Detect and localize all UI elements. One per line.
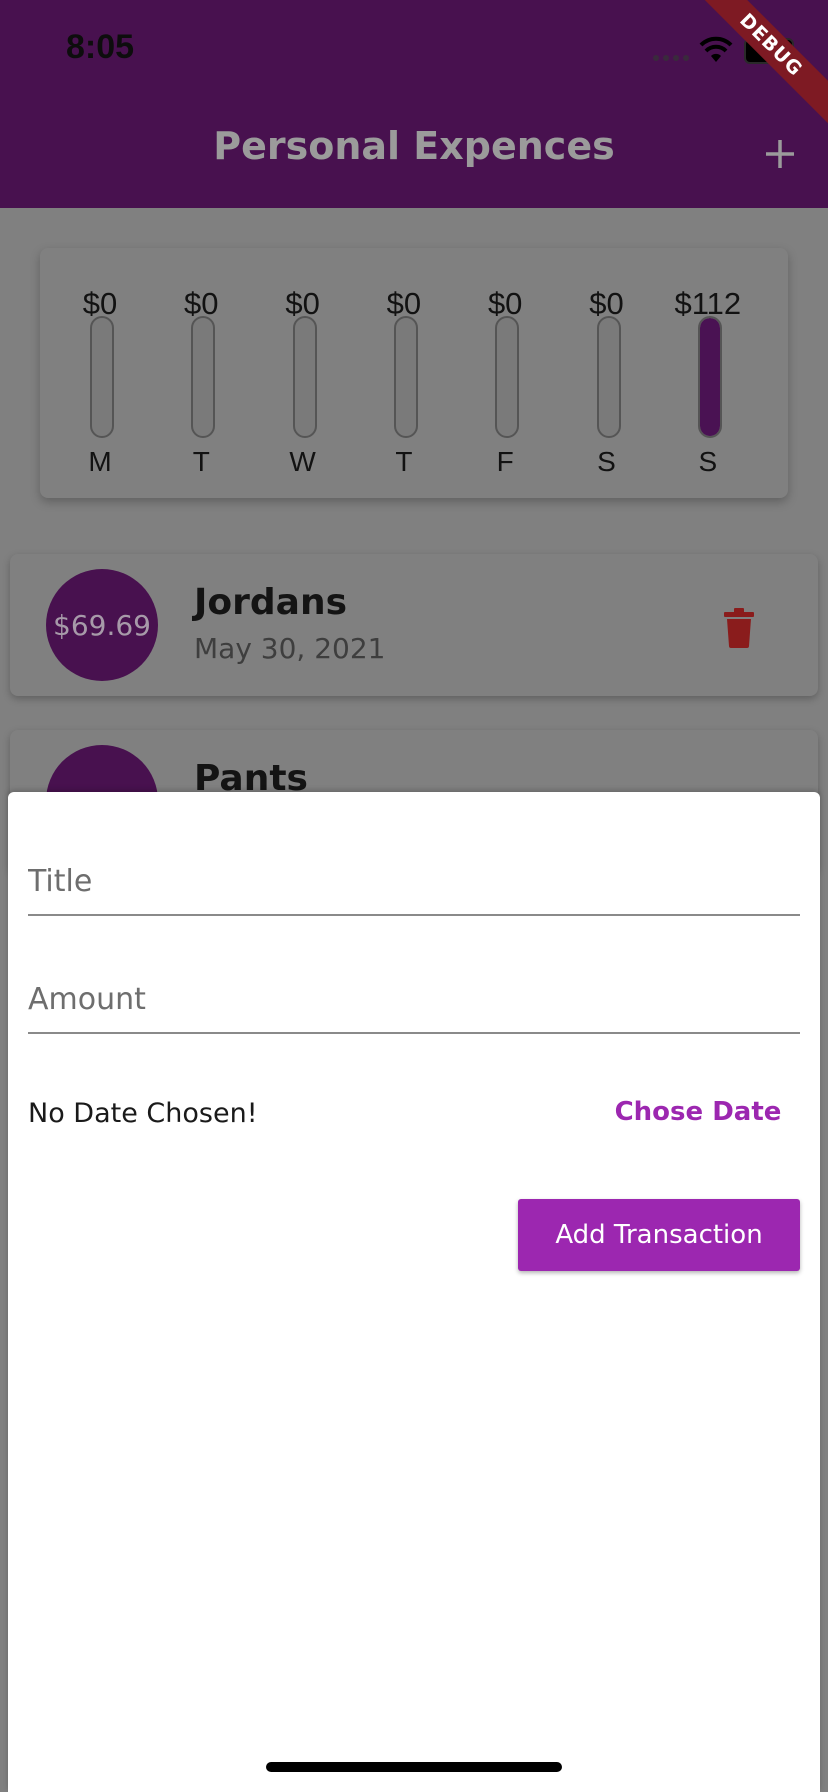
trash-icon[interactable] bbox=[722, 608, 756, 648]
bar-day-label: W bbox=[289, 446, 316, 477]
chart-bar-column: $0 S bbox=[557, 268, 657, 478]
bar-day-label: T bbox=[395, 446, 413, 477]
chart-bar-column: $0 M bbox=[50, 268, 150, 478]
bar-track bbox=[90, 316, 114, 438]
chart-bar-column: $0 T bbox=[354, 268, 454, 478]
transaction-title: Jordans bbox=[194, 582, 347, 623]
add-transaction-button[interactable]: Add Transaction bbox=[518, 1199, 800, 1271]
chart-bar-column: $0 F bbox=[455, 268, 555, 478]
bar-track bbox=[292, 316, 317, 438]
transaction-amount-avatar: $69.69 bbox=[46, 569, 158, 681]
amount-input[interactable] bbox=[28, 936, 800, 1034]
bar-day-label: T bbox=[192, 446, 210, 477]
bar-day-label: M bbox=[88, 446, 112, 477]
title-input[interactable] bbox=[28, 818, 800, 916]
bar-day-label: F bbox=[496, 446, 514, 477]
weekly-chart-card: $0 M $0 T $0 W $0 T $0 F $0 S $112 S bbox=[40, 248, 788, 498]
wifi-icon bbox=[699, 36, 733, 62]
transaction-date: May 30, 2021 bbox=[194, 632, 386, 665]
bar-day-label: S bbox=[597, 446, 616, 477]
new-transaction-sheet: No Date Chosen! Chose Date Add Transacti… bbox=[8, 792, 820, 1792]
bar-fill bbox=[699, 318, 720, 436]
plus-icon[interactable] bbox=[762, 136, 798, 172]
chart-bar-column: $0 W bbox=[253, 268, 353, 478]
home-indicator bbox=[266, 1762, 562, 1772]
choose-date-button[interactable]: Chose Date bbox=[598, 1082, 798, 1142]
date-status-text: No Date Chosen! bbox=[28, 1098, 258, 1129]
transaction-card: $69.69 Jordans May 30, 2021 bbox=[10, 554, 818, 696]
cellular-signal-icon bbox=[653, 55, 689, 61]
app-bar: 8:05 DEBUG Personal Expences bbox=[0, 0, 828, 208]
chart-bar-column: $0 T bbox=[151, 268, 251, 478]
bar-track bbox=[697, 316, 722, 438]
chart-bar-column: $112 S bbox=[658, 268, 758, 478]
app-title: Personal Expences bbox=[213, 124, 615, 168]
bar-track bbox=[393, 316, 418, 438]
status-time: 8:05 bbox=[66, 28, 135, 66]
debug-banner: DEBUG bbox=[679, 0, 828, 137]
bar-day-label: S bbox=[698, 446, 718, 477]
bar-track bbox=[596, 316, 621, 438]
bar-track bbox=[191, 316, 216, 438]
bar-track bbox=[495, 316, 520, 438]
